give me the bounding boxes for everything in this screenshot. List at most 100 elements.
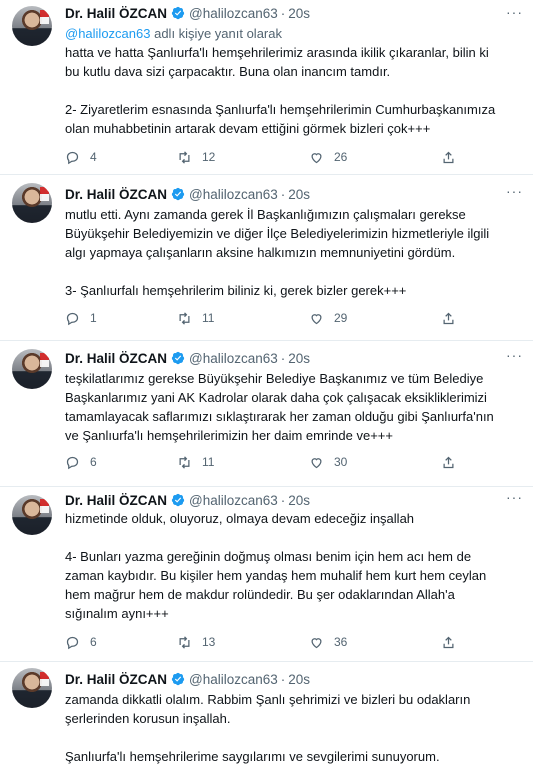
text-line: Büyükşehir Belediyemizin ve diğer İlçe B… (65, 226, 490, 241)
tweet[interactable]: Dr. Halil ÖZCAN @halilozcan63 · 20s ··· … (0, 487, 533, 662)
reply-mention[interactable]: @halilozcan63 (65, 26, 150, 41)
author-handle[interactable]: @halilozcan63 (189, 351, 278, 366)
tweet[interactable]: Dr. Halil ÖZCAN @halilozcan63 · 20s ··· … (0, 0, 533, 175)
share-icon (443, 312, 454, 324)
reply-icon (66, 312, 79, 325)
timestamp[interactable]: 20s (288, 187, 310, 202)
share-icon (443, 151, 454, 163)
timestamp[interactable]: 20s (288, 6, 310, 21)
retweet-button[interactable]: 11 (177, 311, 214, 326)
timestamp[interactable]: 20s (288, 493, 310, 508)
tweet-text: zamanda dikkatli olalım. Rabbim Şanlı şe… (65, 690, 519, 766)
timestamp[interactable]: 20s (288, 351, 310, 366)
avatar[interactable] (12, 183, 52, 223)
like-button[interactable]: 29 (309, 311, 347, 326)
retweet-count: 11 (202, 311, 215, 325)
tweet[interactable]: Dr. Halil ÖZCAN @halilozcan63 · 20s ··· … (0, 341, 533, 487)
time-separator: · (280, 492, 286, 508)
verified-badge-icon (171, 6, 185, 20)
time-separator: · (280, 350, 286, 366)
text-line: 2- Ziyaretlerim esnasında Şanlıurfa'lı h… (65, 102, 496, 117)
author-name[interactable]: Dr. Halil ÖZCAN (65, 351, 167, 366)
text-line: ve Şanlıurfa'lı hemşehrilerimizin her da… (65, 428, 393, 443)
author-handle[interactable]: @halilozcan63 (189, 493, 278, 508)
reply-button[interactable]: 1 (65, 311, 97, 326)
share-button[interactable] (441, 311, 466, 326)
text-line: sığınalım aynı+++ (65, 606, 169, 621)
share-icon (443, 636, 454, 648)
reply-button[interactable]: 6 (65, 635, 97, 650)
share-button[interactable] (441, 635, 466, 650)
reply-count: 4 (90, 150, 97, 164)
text-line: Şanlıurfa'lı hemşehrilerime saygılarımı … (65, 749, 440, 764)
more-options-icon[interactable]: ··· (506, 183, 523, 199)
avatar[interactable] (12, 495, 52, 535)
avatar[interactable] (12, 6, 52, 46)
avatar[interactable] (12, 349, 52, 389)
author-name[interactable]: Dr. Halil ÖZCAN (65, 187, 167, 202)
retweet-button[interactable]: 11 (177, 455, 214, 470)
tweet-actions: 1 11 29 (65, 309, 465, 327)
like-button[interactable]: 36 (309, 635, 347, 650)
author-handle[interactable]: @halilozcan63 (189, 6, 278, 21)
retweet-button[interactable]: 12 (177, 150, 215, 165)
timestamp[interactable]: 20s (288, 672, 310, 687)
reply-icon (66, 151, 79, 164)
like-button[interactable]: 30 (309, 455, 347, 470)
tweet[interactable]: Dr. Halil ÖZCAN @halilozcan63 · 20s zama… (0, 662, 533, 773)
tweet-text: hizmetinde olduk, oluyoruz, olmaya devam… (65, 509, 519, 623)
text-line: olan muhabbetinin artarak devam ettiğini… (65, 121, 431, 136)
retweet-icon (179, 311, 190, 325)
more-options-icon[interactable]: ··· (506, 489, 523, 505)
more-options-icon[interactable]: ··· (506, 4, 523, 20)
tweet-header: Dr. Halil ÖZCAN @halilozcan63 · 20s (65, 349, 523, 367)
retweet-icon (179, 455, 190, 469)
text-line: Başkanlarımız yani AK Kadrolar olarak da… (65, 390, 487, 405)
more-options-icon[interactable]: ··· (506, 347, 523, 363)
tweet-actions: 4 12 26 (65, 148, 465, 166)
retweet-icon (179, 635, 190, 649)
reply-button[interactable]: 6 (65, 455, 97, 470)
time-separator: · (280, 5, 286, 21)
author-handle[interactable]: @halilozcan63 (189, 672, 278, 687)
verified-badge-icon (171, 493, 185, 507)
tweet-text: @halilozcan63 adlı kişiye yanıt olarak h… (65, 24, 519, 138)
retweet-button[interactable]: 13 (177, 635, 215, 650)
reply-button[interactable]: 4 (65, 150, 97, 165)
avatar[interactable] (12, 668, 52, 708)
share-button[interactable] (441, 150, 466, 165)
time-separator: · (280, 671, 286, 687)
author-name[interactable]: Dr. Halil ÖZCAN (65, 672, 167, 687)
share-button[interactable] (441, 455, 466, 470)
tweet-actions: 6 11 30 (65, 453, 465, 471)
like-count: 30 (334, 455, 348, 469)
text-line: hatta ve hatta Şanlıurfa'lı hemşehrileri… (65, 45, 489, 60)
tweet-header: Dr. Halil ÖZCAN @halilozcan63 · 20s (65, 491, 523, 509)
verified-badge-icon (171, 351, 185, 365)
tweet-header: Dr. Halil ÖZCAN @halilozcan63 · 20s (65, 185, 523, 203)
text-line: teşkilatlarımız gerekse Büyükşehir Beled… (65, 371, 484, 386)
text-line: şerlerinden korusun inşallah. (65, 711, 231, 726)
like-button[interactable]: 26 (309, 150, 347, 165)
tweet-header: Dr. Halil ÖZCAN @halilozcan63 · 20s (65, 4, 523, 22)
like-count: 29 (334, 311, 348, 325)
text-line: algı yapmaya çalışanların aksine halkımı… (65, 245, 456, 260)
author-name[interactable]: Dr. Halil ÖZCAN (65, 493, 167, 508)
tweet-actions: 6 13 36 (65, 633, 465, 651)
heart-icon (311, 152, 322, 163)
retweet-count: 13 (202, 635, 216, 649)
author-handle[interactable]: @halilozcan63 (189, 187, 278, 202)
reply-context: adlı kişiye yanıt olarak (150, 26, 282, 41)
text-line: hizmetinde olduk, oluyoruz, olmaya devam… (65, 511, 415, 526)
author-name[interactable]: Dr. Halil ÖZCAN (65, 6, 167, 21)
share-icon (443, 456, 454, 468)
time-separator: · (280, 186, 286, 202)
tweet[interactable]: Dr. Halil ÖZCAN @halilozcan63 · 20s ··· … (0, 175, 533, 341)
heart-icon (311, 457, 322, 468)
heart-icon (311, 637, 322, 648)
text-line: hem mağrur hem de makdur rolündedir. Bu … (65, 587, 455, 602)
reply-count: 6 (90, 635, 97, 649)
replying-to: @halilozcan63 adlı kişiye yanıt olarak (65, 24, 519, 43)
